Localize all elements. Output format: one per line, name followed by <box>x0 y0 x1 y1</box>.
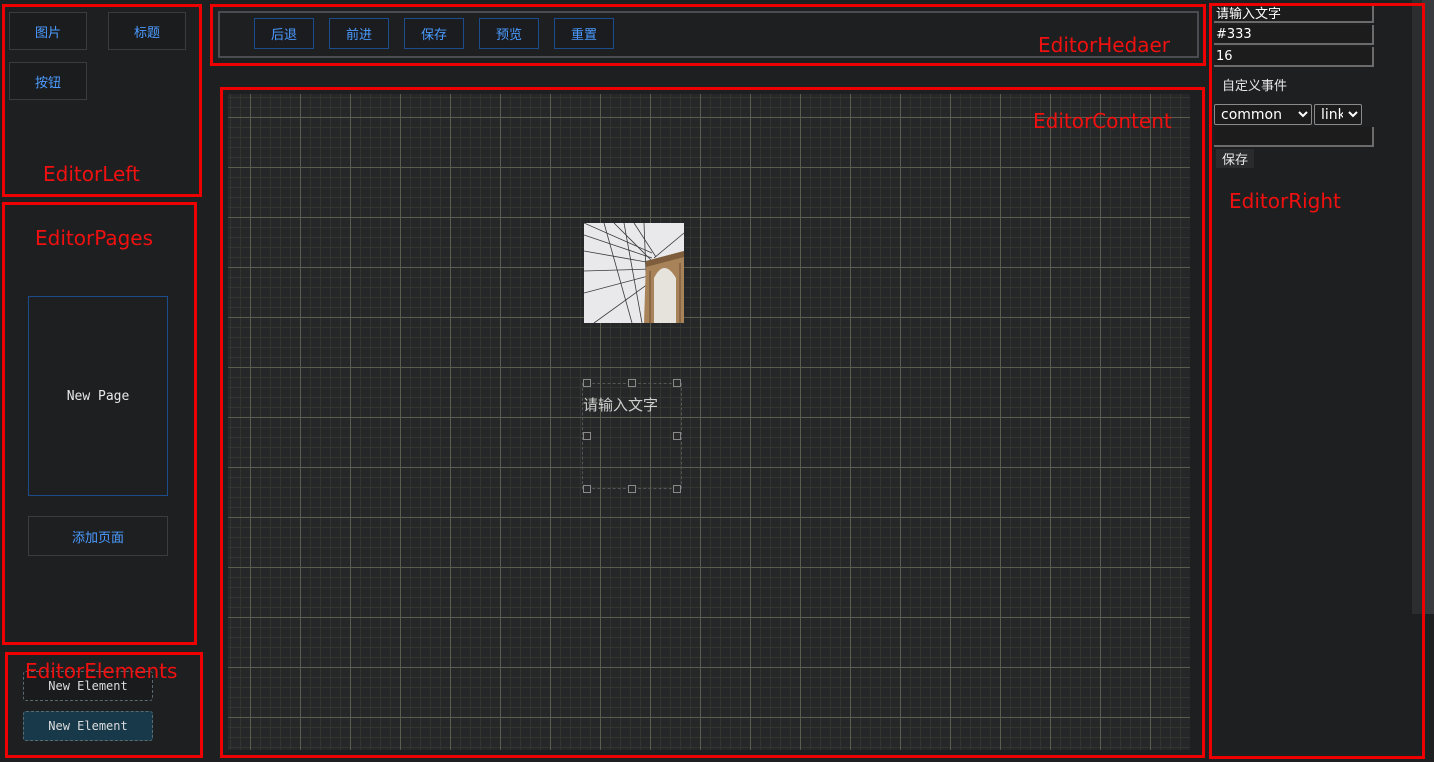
editor-right-outline <box>1209 3 1425 759</box>
editor-pages-annotation: EditorPages <box>35 226 154 250</box>
editor-header-annotation: EditorHedaer <box>1038 33 1171 57</box>
editor-left-annotation: EditorLeft <box>43 162 140 186</box>
editor-right-annotation: EditorRight <box>1229 189 1341 213</box>
editor-pages-outline <box>2 202 197 645</box>
editor-content-outline <box>220 87 1205 758</box>
editor-content-annotation: EditorContent <box>1033 109 1172 133</box>
editor-elements-annotation: EditorElements <box>25 659 178 683</box>
